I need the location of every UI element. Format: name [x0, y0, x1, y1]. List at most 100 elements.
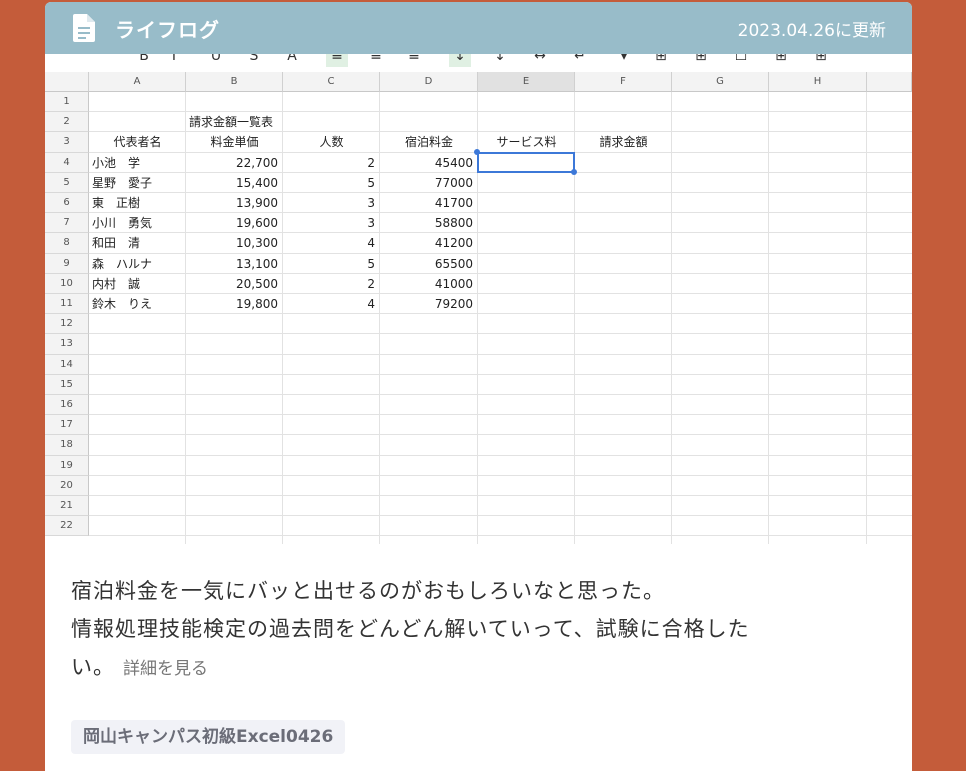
toolbar-button-2[interactable]: U: [205, 54, 227, 67]
row-header-5[interactable]: 5: [45, 172, 89, 193]
data-cell-A7[interactable]: 小川 勇気: [89, 213, 186, 233]
selected-cell-E4[interactable]: [477, 151, 575, 173]
row-header-13[interactable]: 13: [45, 334, 89, 355]
toolbar-button-9[interactable]: ↕: [489, 54, 511, 67]
data-cell-B4[interactable]: 22,700: [186, 153, 283, 173]
post-line-1: 宿泊料金を一気にバッと出せるのがおもしろいなと思った。: [71, 579, 665, 603]
toolbar-button-14[interactable]: ⊞: [690, 54, 712, 67]
gridline-row-15: [89, 394, 912, 395]
data-cell-C6[interactable]: 3: [283, 193, 380, 213]
data-cell-A11[interactable]: 鈴木 りえ: [89, 294, 186, 314]
row-header-20[interactable]: 20: [45, 475, 89, 496]
see-more-link[interactable]: 詳細を見る: [123, 659, 208, 679]
header-cell-E[interactable]: サービス料: [478, 132, 575, 152]
toolbar-button-13[interactable]: ⊞: [650, 54, 672, 67]
gridline-row-14: [89, 373, 912, 375]
column-header-F[interactable]: F: [575, 72, 672, 92]
toolbar-button-4[interactable]: A: [281, 54, 303, 67]
data-cell-D11[interactable]: 79200: [380, 294, 478, 314]
data-cell-C5[interactable]: 5: [283, 173, 380, 193]
row-header-10[interactable]: 10: [45, 273, 89, 294]
gridline-row-18: [89, 454, 912, 456]
row-header-1[interactable]: 1: [45, 92, 89, 113]
row-header-3[interactable]: 3: [45, 132, 89, 153]
toolbar-button-3[interactable]: S: [243, 54, 265, 67]
data-cell-D9[interactable]: 65500: [380, 254, 478, 274]
toolbar-button-8[interactable]: ↓: [449, 54, 471, 67]
row-header-19[interactable]: 19: [45, 455, 89, 476]
gridline-row-19: [89, 474, 912, 476]
row-header-11[interactable]: 11: [45, 294, 89, 315]
gridline-row-13: [89, 353, 912, 355]
toolbar-button-6[interactable]: ≡: [365, 54, 387, 67]
header-cell-F[interactable]: 請求金額: [575, 132, 672, 152]
data-cell-B11[interactable]: 19,800: [186, 294, 283, 314]
data-cell-D5[interactable]: 77000: [380, 173, 478, 193]
data-cell-D4[interactable]: 45400: [380, 153, 478, 173]
data-cell-A9[interactable]: 森 ハルナ: [89, 254, 186, 274]
row-header-12[interactable]: 12: [45, 314, 89, 335]
row-header-17[interactable]: 17: [45, 415, 89, 436]
data-cell-B10[interactable]: 20,500: [186, 274, 283, 294]
header-cell-C[interactable]: 人数: [283, 132, 380, 152]
data-cell-D6[interactable]: 41700: [380, 193, 478, 213]
selection-handle-bottom[interactable]: [571, 168, 577, 175]
data-cell-C4[interactable]: 2: [283, 153, 380, 173]
row-header-21[interactable]: 21: [45, 496, 89, 517]
column-header-G[interactable]: G: [672, 72, 769, 92]
data-cell-A4[interactable]: 小池 学: [89, 153, 186, 173]
row-header-16[interactable]: 16: [45, 395, 89, 416]
row-header-8[interactable]: 8: [45, 233, 89, 254]
toolbar-button-0[interactable]: B: [133, 54, 155, 67]
data-cell-B8[interactable]: 10,300: [186, 233, 283, 253]
toolbar-button-5[interactable]: ≡: [326, 54, 348, 67]
row-header-4[interactable]: 4: [45, 152, 89, 173]
toolbar-button-10[interactable]: ↔: [529, 54, 551, 67]
row-header-7[interactable]: 7: [45, 213, 89, 234]
selection-handle-top[interactable]: [474, 148, 480, 155]
toolbar-button-11[interactable]: ↵: [569, 54, 591, 67]
data-cell-A5[interactable]: 星野 愛子: [89, 173, 186, 193]
data-cell-B7[interactable]: 19,600: [186, 213, 283, 233]
data-cell-C8[interactable]: 4: [283, 233, 380, 253]
toolbar-button-15[interactable]: ☐: [730, 54, 752, 67]
data-cell-B9[interactable]: 13,100: [186, 254, 283, 274]
row-header-14[interactable]: 14: [45, 354, 89, 375]
data-cell-D10[interactable]: 41000: [380, 274, 478, 294]
row-header-6[interactable]: 6: [45, 193, 89, 214]
data-cell-A10[interactable]: 内村 誠: [89, 274, 186, 294]
header-cell-D[interactable]: 宿泊料金: [380, 132, 478, 152]
column-header-B[interactable]: B: [186, 72, 283, 92]
toolbar-button-12[interactable]: ▾: [613, 54, 635, 67]
toolbar-button-16[interactable]: ⊞: [770, 54, 792, 67]
column-header-C[interactable]: C: [283, 72, 380, 92]
toolbar-button-1[interactable]: I: [163, 54, 185, 67]
row-header-18[interactable]: 18: [45, 435, 89, 456]
toolbar-button-17[interactable]: ⊞: [810, 54, 832, 67]
column-header-A[interactable]: A: [89, 72, 186, 92]
column-header-E[interactable]: E: [478, 72, 575, 92]
row-header-15[interactable]: 15: [45, 374, 89, 395]
tag-badge[interactable]: 岡山キャンパス初級Excel0426: [71, 720, 346, 754]
header-cell-A[interactable]: 代表者名: [89, 132, 186, 152]
select-all-corner[interactable]: [45, 72, 89, 92]
data-cell-A8[interactable]: 和田 清: [89, 233, 186, 253]
data-cell-C11[interactable]: 4: [283, 294, 380, 314]
data-cell-A6[interactable]: 東 正樹: [89, 193, 186, 213]
data-cell-B5[interactable]: 15,400: [186, 173, 283, 193]
column-header-H[interactable]: H: [769, 72, 867, 92]
gridline-row-12: [89, 333, 912, 335]
row-header-2[interactable]: 2: [45, 112, 89, 133]
row-header-9[interactable]: 9: [45, 253, 89, 274]
data-cell-B6[interactable]: 13,900: [186, 193, 283, 213]
column-header-D[interactable]: D: [380, 72, 478, 92]
data-cell-C10[interactable]: 2: [283, 274, 380, 294]
toolbar-button-7[interactable]: ≡: [403, 54, 425, 67]
data-cell-D8[interactable]: 41200: [380, 233, 478, 253]
data-cell-D7[interactable]: 58800: [380, 213, 478, 233]
data-cell-C9[interactable]: 5: [283, 254, 380, 274]
post-line-3-text: い。: [71, 655, 115, 679]
data-cell-C7[interactable]: 3: [283, 213, 380, 233]
row-header-22[interactable]: 22: [45, 516, 89, 537]
header-cell-B[interactable]: 料金単価: [186, 132, 283, 152]
